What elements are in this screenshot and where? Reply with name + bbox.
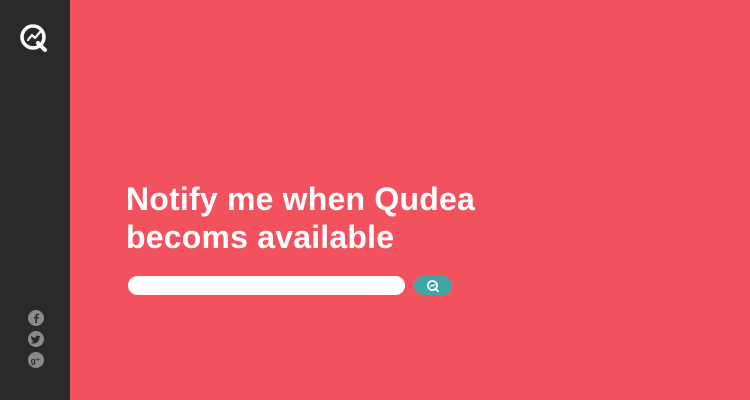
facebook-icon[interactable] <box>28 310 44 326</box>
logo-icon[interactable] <box>19 23 49 53</box>
google-plus-icon[interactable]: g + <box>28 352 44 368</box>
email-field[interactable] <box>128 276 405 295</box>
qudea-q-icon <box>426 279 440 293</box>
sidebar: g + <box>0 0 70 400</box>
svg-text:+: + <box>36 357 40 364</box>
page: g + Notify me when Qudea becoms availabl… <box>0 0 750 400</box>
headline-line-2: becoms available <box>126 219 395 255</box>
page-title: Notify me when Qudea becoms available <box>126 180 566 256</box>
twitter-icon[interactable] <box>28 331 44 347</box>
submit-button[interactable] <box>414 276 452 295</box>
headline-line-1: Notify me when Qudea <box>126 181 475 217</box>
